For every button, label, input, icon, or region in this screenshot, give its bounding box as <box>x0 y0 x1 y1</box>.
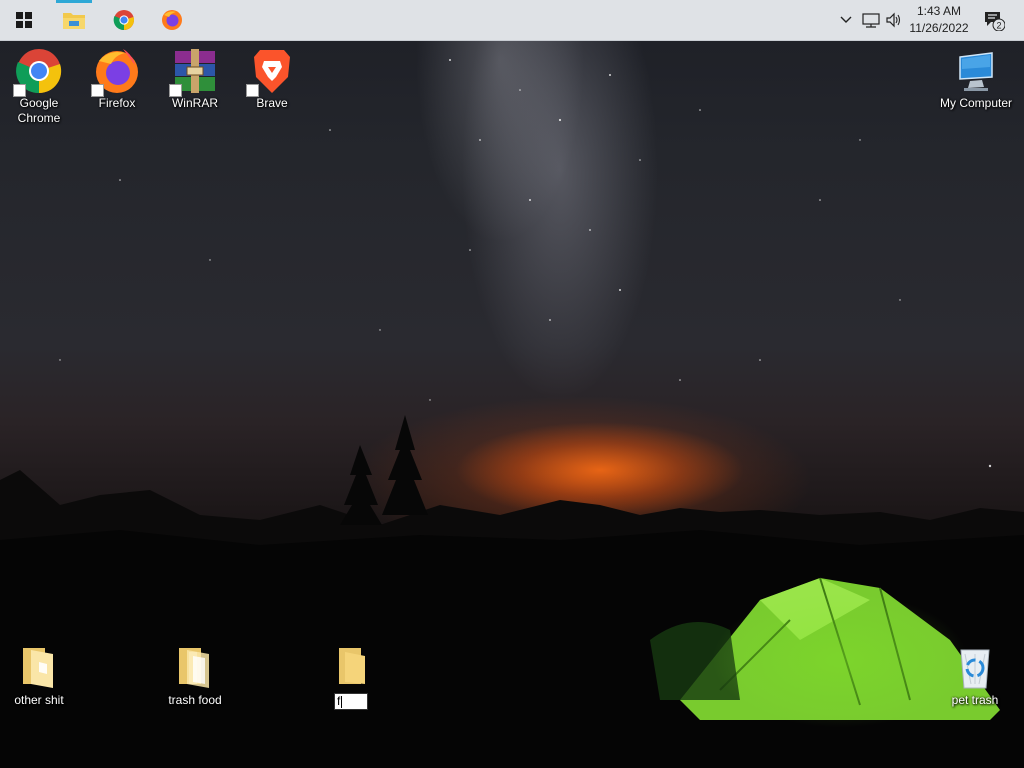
volume-icon <box>886 12 901 28</box>
taskbar-chrome[interactable] <box>100 0 148 40</box>
desktop-icon-brave[interactable]: Brave <box>234 47 310 111</box>
notification-count: 2 <box>996 21 1001 31</box>
computer-icon <box>959 52 993 91</box>
desktop-icon-my-computer[interactable]: My Computer <box>937 47 1015 111</box>
desktop-icon-label: Firefox <box>98 96 136 110</box>
action-center-button[interactable]: 2 <box>980 0 1008 40</box>
desktop-icon-label: My Computer <box>939 96 1013 110</box>
desktop-icon-folder-other[interactable]: other shit <box>1 644 77 708</box>
file-explorer-icon <box>63 13 85 29</box>
folder-icon <box>179 648 209 688</box>
tray-volume-button[interactable] <box>884 0 904 40</box>
chrome-icon <box>113 10 134 31</box>
shortcut-arrow-icon <box>169 84 182 97</box>
desktop-icon-firefox[interactable]: Firefox <box>79 47 155 111</box>
rename-input[interactable]: f <box>334 693 368 710</box>
clock-time: 1:43 AM <box>916 4 962 18</box>
notification-icon: 2 <box>985 12 1005 31</box>
tray-network-button[interactable] <box>860 0 882 40</box>
desktop-icon-label: WinRAR <box>171 96 218 110</box>
windows-logo-icon <box>16 12 32 28</box>
desktop-icon-label: Brave <box>256 96 288 110</box>
desktop-icon-folder-renaming[interactable]: f <box>313 644 389 710</box>
recycle-bin-icon <box>960 649 990 689</box>
firefox-icon <box>162 10 182 30</box>
text-caret <box>341 695 343 708</box>
tray-overflow-button[interactable] <box>838 0 854 40</box>
taskbar-file-explorer[interactable] <box>50 0 98 40</box>
shortcut-arrow-icon <box>91 84 104 97</box>
network-icon <box>862 13 880 28</box>
desktop-icon-label: pet trash <box>951 693 999 707</box>
chevron-up-icon <box>840 16 852 23</box>
desktop-icon-google-chrome[interactable]: Google Chrome <box>1 47 77 126</box>
desktop-icon-label: other shit <box>14 693 64 707</box>
taskbar-firefox[interactable] <box>148 0 196 40</box>
folder-icon <box>339 648 365 684</box>
desktop-icon-winrar[interactable]: WinRAR <box>157 47 233 111</box>
desktop-icon-recycle-bin[interactable]: pet trash <box>937 644 1013 708</box>
folder-icon <box>23 648 53 688</box>
desktop-icon-label: trash food <box>168 693 222 707</box>
desktop-icon-folder-trash-food[interactable]: trash food <box>157 644 233 708</box>
taskbar-clock[interactable]: 1:43 AM 11/26/2022 <box>902 3 976 37</box>
taskbar: 1:43 AM 11/26/2022 2 <box>0 0 1024 41</box>
shortcut-arrow-icon <box>13 84 26 97</box>
shortcut-arrow-icon <box>246 84 259 97</box>
desktop-wallpaper <box>0 0 1024 768</box>
rename-input-text: f <box>337 694 341 708</box>
desktop-icon-label: Google Chrome <box>17 96 61 125</box>
clock-date: 11/26/2022 <box>909 21 969 35</box>
start-button[interactable] <box>0 0 48 40</box>
